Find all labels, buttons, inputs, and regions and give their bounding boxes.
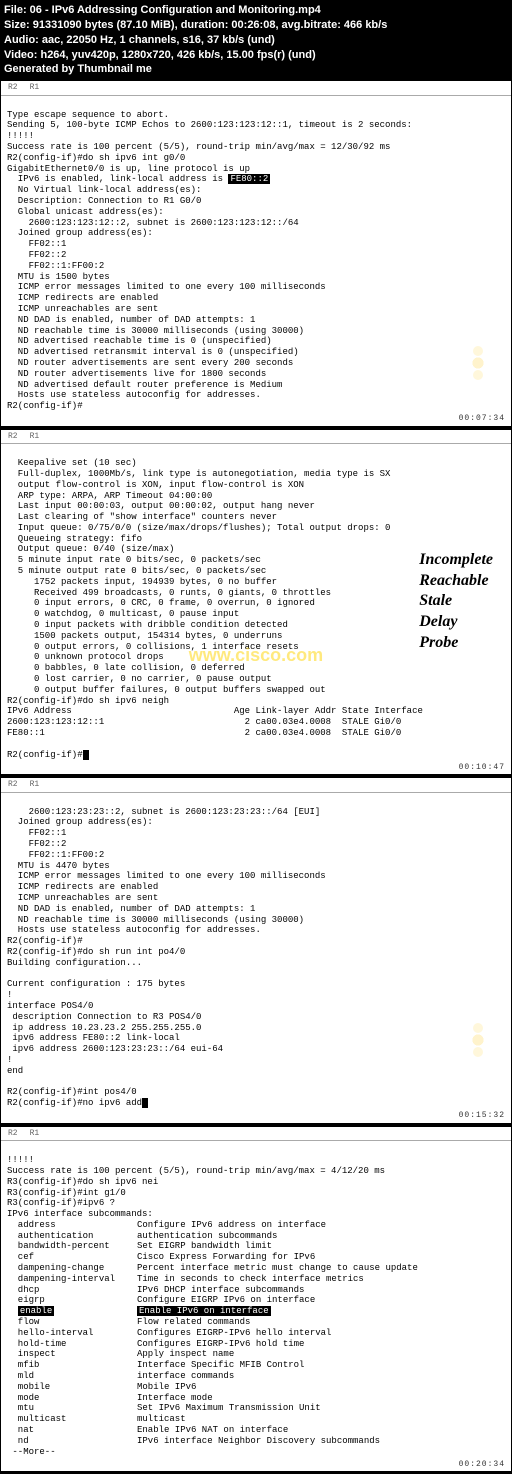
tab-bar: R2 R1 [1,778,511,793]
subcommand-row: dampening-intervalTime in seconds to che… [7,1274,505,1285]
timestamp: 00:15:32 [459,1111,505,1121]
subcommand-row: dampening-changePercent interface metric… [7,1263,505,1274]
terminal-panel-1: R2 R1 Type escape sequence to abort. Sen… [0,80,512,427]
video-metadata-header: File: 06 - IPv6 Addressing Configuration… [0,0,512,80]
timestamp: 00:10:47 [459,763,505,773]
subcommand-row: enableEnable IPv6 on interface [7,1306,505,1317]
cursor [142,1098,148,1108]
subcommand-row: flowFlow related commands [7,1317,505,1328]
cursor [83,750,89,760]
ipv6-subcommand-list: addressConfigure IPv6 address on interfa… [7,1220,505,1447]
tab-r1[interactable]: R1 [27,780,43,790]
terminal-output[interactable]: 2600:123:23:23::2, subnet is 2600:123:23… [1,793,511,1123]
subcommand-row: addressConfigure IPv6 address on interfa… [7,1220,505,1231]
terminal-output[interactable]: Keepalive set (10 sec) Full-duplex, 1000… [1,444,511,774]
timestamp: 00:20:34 [459,1460,505,1470]
subcommand-row: bandwidth-percentSet EIGRP bandwidth lim… [7,1241,505,1252]
subcommand-row: dhcpIPv6 DHCP interface subcommands [7,1285,505,1296]
subcommand-row: hello-intervalConfigures EIGRP-IPv6 hell… [7,1328,505,1339]
subcommand-row: mfibInterface Specific MFIB Control [7,1360,505,1371]
terminal-panel-4: R2 R1 !!!!! Success rate is 100 percent … [0,1126,512,1473]
tab-r1[interactable]: R1 [27,83,43,93]
subcommand-row: mldinterface commands [7,1371,505,1382]
generated-line: Generated by Thumbnail me [4,62,508,77]
terminal-panel-3: R2 R1 2600:123:23:23::2, subnet is 2600:… [0,777,512,1124]
file-line: File: 06 - IPv6 Addressing Configuration… [4,3,508,18]
audio-line: Audio: aac, 22050 Hz, 1 channels, s16, 3… [4,33,508,48]
terminal-panel-2: R2 R1 www.cisco.com Incomplete Reachable… [0,429,512,776]
tab-r1[interactable]: R1 [27,432,43,442]
subcommand-row: mobileMobile IPv6 [7,1382,505,1393]
tab-bar: R2 R1 [1,1127,511,1142]
timestamp: 00:07:34 [459,414,505,424]
subcommand-row: mtuSet IPv6 Maximum Transmission Unit [7,1403,505,1414]
size-line: Size: 91331090 bytes (87.10 MiB), durati… [4,18,508,33]
terminal-output[interactable]: !!!!! Success rate is 100 percent (5/5),… [1,1141,511,1471]
tab-r2[interactable]: R2 [5,780,21,790]
subcommand-row: eigrpConfigure EIGRP IPv6 on interface [7,1295,505,1306]
terminal-output[interactable]: Type escape sequence to abort. Sending 5… [1,96,511,426]
subcommand-row: authenticationauthentication subcommands [7,1231,505,1242]
tab-r2[interactable]: R2 [5,83,21,93]
tab-r2[interactable]: R2 [5,432,21,442]
tab-bar: R2 R1 [1,81,511,96]
tab-r1[interactable]: R1 [27,1129,43,1139]
subcommand-row: cefCisco Express Forwarding for IPv6 [7,1252,505,1263]
tab-bar: R2 R1 [1,430,511,445]
subcommand-row: multicastmulticast [7,1414,505,1425]
subcommand-row: natEnable IPv6 NAT on interface [7,1425,505,1436]
subcommand-row: inspectApply inspect name [7,1349,505,1360]
subcommand-row: ndIPv6 interface Neighbor Discovery subc… [7,1436,505,1447]
video-line: Video: h264, yuv420p, 1280x720, 426 kb/s… [4,48,508,63]
subcommand-row: hold-timeConfigures EIGRP-IPv6 hold time [7,1339,505,1350]
tab-r2[interactable]: R2 [5,1129,21,1139]
subcommand-row: modeInterface mode [7,1393,505,1404]
highlighted-address: FE80::2 [228,174,270,184]
